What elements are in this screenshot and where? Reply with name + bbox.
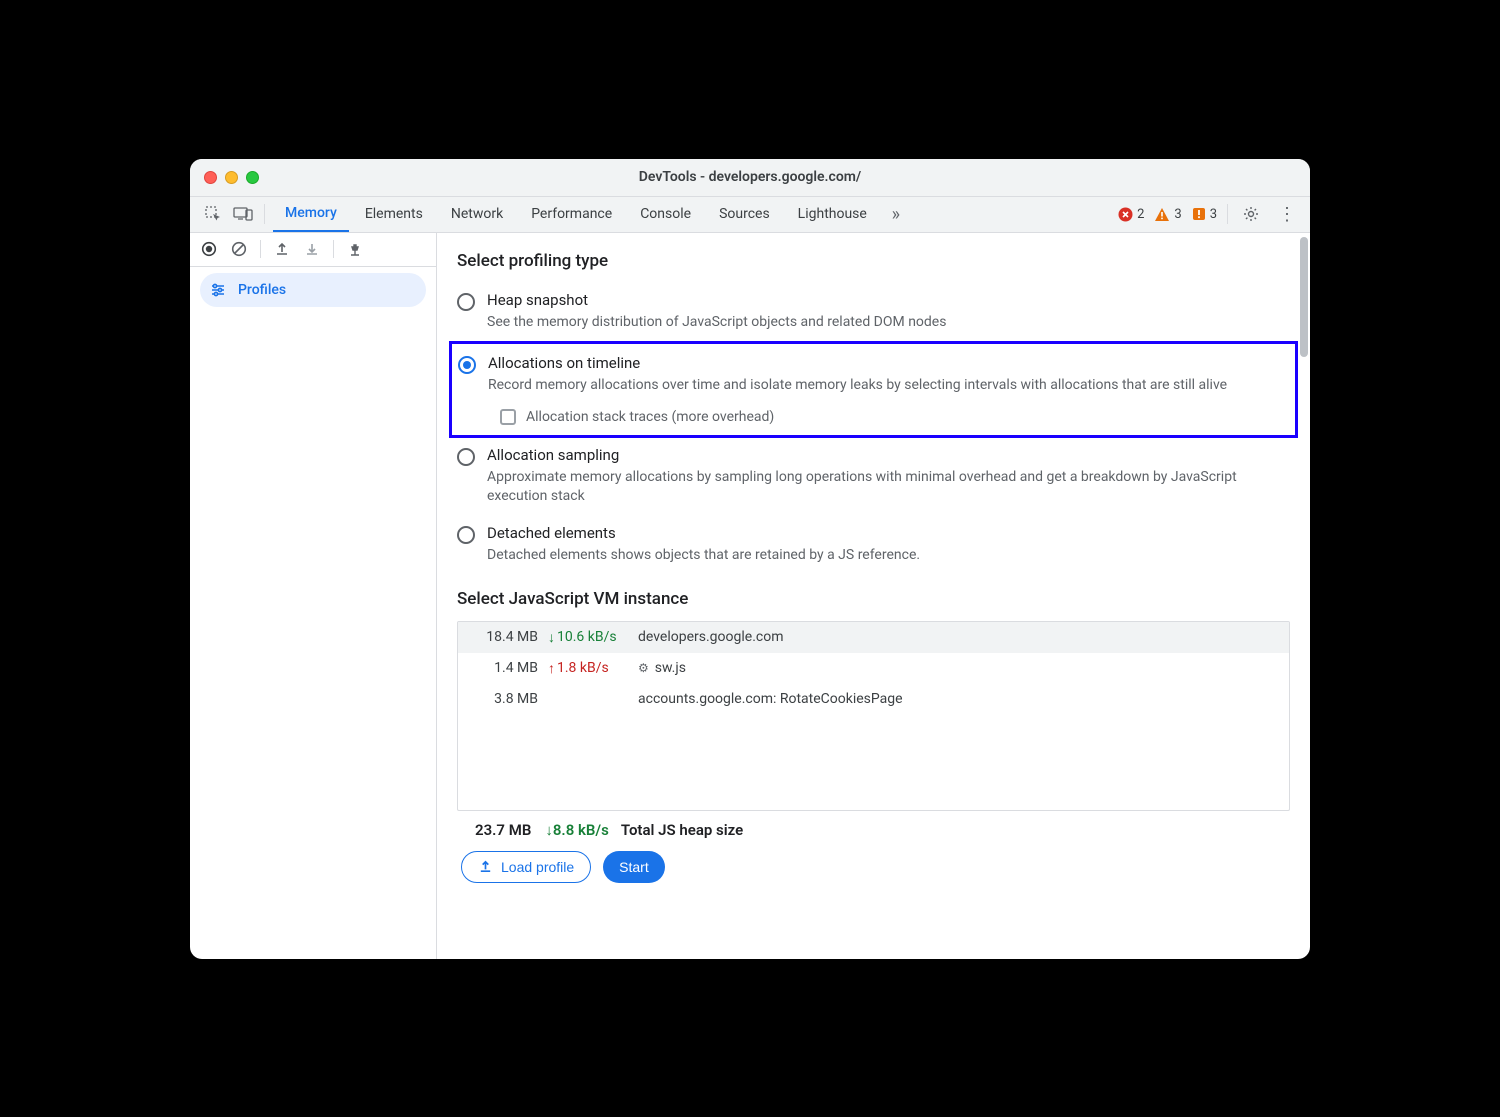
option-title: Allocation sampling [487, 446, 1290, 464]
memory-sidebar: Profiles [190, 233, 437, 959]
arrow-down-icon: ↓ [548, 629, 555, 646]
suboption-stack-traces[interactable]: Allocation stack traces (more overhead) [500, 409, 1289, 425]
option-desc: See the memory distribution of JavaScrip… [487, 313, 1290, 332]
window-title: DevTools - developers.google.com/ [190, 169, 1310, 185]
option-allocations-timeline[interactable]: Allocations on timeline Record memory al… [449, 341, 1298, 438]
device-toolbar-icon[interactable] [230, 201, 256, 227]
vm-row[interactable]: 3.8 MB accounts.google.com: RotateCookie… [458, 684, 1289, 714]
vm-name: developers.google.com [638, 629, 1279, 646]
record-icon[interactable] [196, 236, 222, 262]
scrollbar[interactable] [1298, 233, 1310, 959]
option-allocation-sampling[interactable]: Allocation sampling Approximate memory a… [457, 438, 1290, 516]
vm-size: 1.4 MB [468, 660, 548, 677]
separator [264, 204, 265, 224]
radio-detached-elements[interactable] [457, 526, 475, 544]
tab-sources[interactable]: Sources [707, 196, 782, 232]
suboption-label: Allocation stack traces (more overhead) [526, 409, 774, 425]
total-size: 23.7 MB [475, 821, 531, 839]
worker-icon: ⚙ [638, 661, 649, 675]
memory-main: Select profiling type Heap snapshot See … [437, 233, 1310, 959]
radio-allocation-sampling[interactable] [457, 448, 475, 466]
vm-row[interactable]: 18.4 MB ↓10.6 kB/s developers.google.com [458, 622, 1289, 653]
content-area: Profiles Select profiling type Heap snap… [190, 233, 1310, 959]
issues-badge[interactable]: 3 [1192, 207, 1217, 222]
vm-heading: Select JavaScript VM instance [457, 589, 1290, 609]
warning-icon [1154, 207, 1170, 222]
kebab-menu-icon[interactable]: ⋮ [1274, 201, 1300, 227]
vm-name: ⚙ sw.js [638, 660, 1279, 677]
devtools-window: DevTools - developers.google.com/ Memory… [190, 159, 1310, 959]
option-detached-elements[interactable]: Detached elements Detached elements show… [457, 516, 1290, 575]
vm-rate [548, 691, 638, 707]
sidebar-item-profiles[interactable]: Profiles [200, 273, 426, 307]
option-desc: Approximate memory allocations by sampli… [487, 468, 1290, 506]
checkbox-stack-traces[interactable] [500, 409, 516, 425]
vm-size: 18.4 MB [468, 629, 548, 646]
separator [333, 240, 334, 258]
option-title: Detached elements [487, 524, 1290, 542]
tab-lighthouse[interactable]: Lighthouse [786, 196, 879, 232]
settings-icon[interactable] [1238, 201, 1264, 227]
sidebar-item-label: Profiles [238, 282, 286, 298]
vm-row[interactable]: 1.4 MB ↑1.8 kB/s ⚙ sw.js [458, 653, 1289, 684]
vm-name: accounts.google.com: RotateCookiesPage [638, 691, 1279, 707]
vm-size: 3.8 MB [468, 691, 548, 707]
inspect-icon[interactable] [200, 201, 226, 227]
profiling-type-heading: Select profiling type [457, 251, 1290, 271]
tab-memory[interactable]: Memory [273, 196, 349, 232]
vm-list: 18.4 MB ↓10.6 kB/s developers.google.com… [457, 621, 1290, 811]
scrollbar-thumb[interactable] [1300, 237, 1308, 357]
option-desc: Record memory allocations over time and … [488, 376, 1289, 395]
option-desc: Detached elements shows objects that are… [487, 546, 1290, 565]
tab-network[interactable]: Network [439, 196, 515, 232]
radio-allocations-timeline[interactable] [458, 356, 476, 374]
arrow-up-icon: ↑ [548, 660, 555, 677]
error-icon [1118, 207, 1133, 222]
total-rate: ↓8.8 kB/s [545, 821, 609, 839]
upload-icon [478, 859, 493, 874]
total-heap-row: 23.7 MB ↓8.8 kB/s Total JS heap size [457, 811, 1290, 851]
option-heap-snapshot[interactable]: Heap snapshot See the memory distributio… [457, 283, 1290, 342]
option-title: Heap snapshot [487, 291, 1290, 309]
option-title: Allocations on timeline [488, 354, 1289, 372]
radio-heap-snapshot[interactable] [457, 293, 475, 311]
vm-rate: ↓10.6 kB/s [548, 629, 638, 646]
tab-console[interactable]: Console [628, 196, 703, 232]
titlebar: DevTools - developers.google.com/ [190, 159, 1310, 197]
start-button[interactable]: Start [603, 851, 665, 883]
load-profile-button[interactable]: Load profile [461, 851, 591, 883]
panel-tabstrip: Memory Elements Network Performance Cons… [190, 197, 1310, 233]
total-label: Total JS heap size [621, 821, 743, 839]
issue-icon [1192, 207, 1206, 221]
more-tabs-icon[interactable]: » [883, 201, 909, 227]
filter-icon [210, 282, 226, 298]
errors-badge[interactable]: 2 [1118, 207, 1144, 222]
status-bar: 2 3 3 ⋮ [1118, 201, 1300, 227]
arrow-down-icon: ↓ [545, 821, 553, 839]
action-buttons: Load profile Start [457, 851, 1290, 883]
separator [260, 240, 261, 258]
tab-performance[interactable]: Performance [519, 196, 624, 232]
upload-icon[interactable] [269, 236, 295, 262]
sidebar-toolbar [190, 233, 436, 267]
tab-elements[interactable]: Elements [353, 196, 435, 232]
main-scroll: Select profiling type Heap snapshot See … [437, 233, 1310, 959]
garbage-collect-icon[interactable] [342, 236, 368, 262]
warnings-badge[interactable]: 3 [1154, 207, 1181, 222]
clear-icon[interactable] [226, 236, 252, 262]
separator [1227, 204, 1228, 224]
vm-rate: ↑1.8 kB/s [548, 660, 638, 677]
download-icon[interactable] [299, 236, 325, 262]
